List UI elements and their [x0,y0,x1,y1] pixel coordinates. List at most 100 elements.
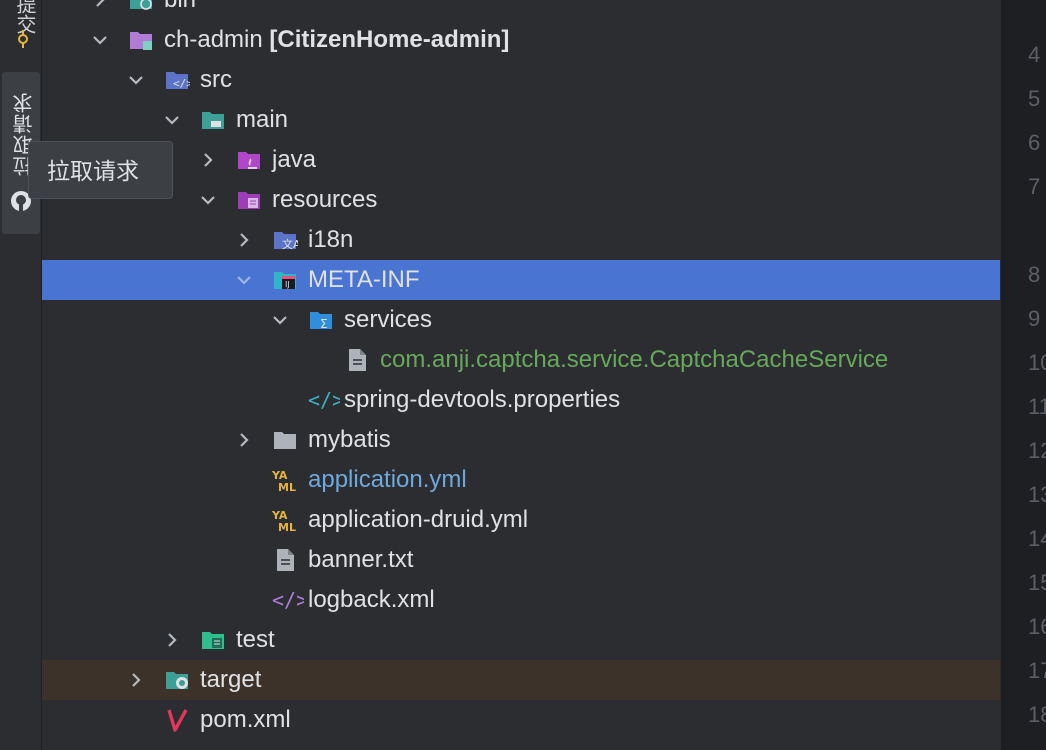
excluded-folder-icon [164,667,190,693]
commit-tool-button[interactable]: 提交 [2,0,40,62]
chevron-right-icon[interactable] [198,150,218,170]
tree-row-bin[interactable]: bin [42,0,1000,20]
project-tree[interactable]: bin ch-admin [CitizenHome-admin] </> src… [42,0,1000,750]
resources-folder-icon [236,187,262,213]
tree-row-label: application-druid.yml [308,506,529,533]
line-number: 8 [1028,262,1041,287]
svg-text:ML: ML [278,521,296,533]
project-name: [CitizenHome-admin] [269,26,510,53]
line-number: 4 [1028,42,1041,67]
folder-icon [272,427,298,453]
module-name: ch-admin [164,26,263,53]
line-number: 12 [1028,438,1046,463]
chevron-down-icon[interactable] [270,310,290,330]
meta-inf-folder-icon: IJ [272,267,298,293]
tree-row-label: resources [272,186,378,213]
commit-icon [14,30,32,48]
tree-row-label: pom.xml [200,706,291,733]
tree-row-label: com.anji.captcha.service.CaptchaCacheSer… [380,346,889,373]
tree-row-label: i18n [308,226,354,253]
svg-text:IJ: IJ [285,280,290,289]
test-folder-icon [200,627,226,653]
tree-row-label: bin [164,0,196,14]
tree-row-label: test [236,626,275,653]
java-folder-icon [236,147,262,173]
commit-tool-label: 提交 [13,0,35,34]
tree-row-mybatis[interactable]: mybatis [42,420,1000,460]
left-tool-strip: 提交 拉取请求 [0,0,42,750]
tree-row-spring-devtools[interactable]: </> spring-devtools.properties [42,380,1000,420]
tree-row-application-yml[interactable]: YA ML application.yml [42,460,1000,500]
line-number: 18 [1028,702,1046,727]
tree-row-i18n[interactable]: 文A i18n [42,220,1000,260]
tree-row-target[interactable]: target [42,660,1000,700]
yaml-file-icon: YA ML [272,507,298,533]
tree-row-main[interactable]: main [42,100,1000,140]
tree-row-test[interactable]: test [42,620,1000,660]
tree-row-label: banner.txt [308,546,414,573]
svg-text:</>: </> [272,588,304,612]
chevron-right-icon[interactable] [234,230,254,250]
line-number: 9 [1028,306,1041,331]
tree-row-resources[interactable]: resources [42,180,1000,220]
line-number: 11 [1028,394,1046,419]
tree-row-label: main [236,106,289,133]
chevron-down-icon[interactable] [126,70,146,90]
tree-row-label: mybatis [308,426,391,453]
tree-row-label: application.yml [308,466,467,493]
tree-row-pom-xml[interactable]: pom.xml [42,700,1000,740]
tree-row-label: java [272,146,317,173]
tree-row-java[interactable]: java [42,140,1000,180]
svg-text:Σ: Σ [320,317,328,331]
line-number: 5 [1028,86,1041,111]
tree-row-label: src [200,66,232,93]
tree-row-logback-xml[interactable]: </> logback.xml [42,580,1000,620]
maven-icon [164,707,190,733]
folder-icon [200,107,226,133]
tree-row-label: services [344,306,433,333]
chevron-down-icon[interactable] [90,30,110,50]
chevron-right-icon[interactable] [162,630,182,650]
line-number: 16 [1028,614,1046,639]
tree-row-services[interactable]: Σ services [42,300,1000,340]
line-number: 15 [1028,570,1046,595]
tree-row-meta-inf[interactable]: IJ META-INF [42,260,1000,300]
text-file-icon [272,547,298,573]
line-number: 14 [1028,526,1046,551]
line-number: 6 [1028,130,1041,155]
tree-row-label: spring-devtools.properties [344,386,621,413]
module-folder-icon [128,27,154,53]
tree-row-captcha-service-file[interactable]: com.anji.captcha.service.CaptchaCacheSer… [42,340,1000,380]
tree-row-application-druid-yml[interactable]: YA ML application-druid.yml [42,500,1000,540]
svg-text:文A: 文A [282,237,298,251]
tree-row-ch-admin[interactable]: ch-admin [CitizenHome-admin] [42,20,1000,60]
line-number: 7 [1028,174,1041,199]
chevron-right-icon[interactable] [234,430,254,450]
yaml-file-icon: YA ML [272,467,298,493]
tree-row-banner-txt[interactable]: banner.txt [42,540,1000,580]
svg-text:</>: </> [173,77,190,90]
chevron-down-icon[interactable] [234,270,254,290]
chevron-right-icon[interactable] [90,0,110,10]
module-name-group: ch-admin [CitizenHome-admin] [164,26,509,54]
chevron-right-icon[interactable] [126,670,146,690]
source-folder-icon: </> [164,67,190,93]
tree-row-src[interactable]: </> src [42,60,1000,100]
svg-text:</>: </> [308,388,340,412]
properties-file-icon: </> [308,387,340,413]
editor-gutter: 4 5 6 7 8 9 10 11 12 13 14 15 16 17 18 [1001,0,1046,750]
xml-file-icon: </> [272,587,304,613]
line-number: 13 [1028,482,1046,507]
excluded-folder-icon [128,0,154,13]
line-number: 10 [1028,350,1046,375]
text-file-icon [344,347,370,373]
tree-row-label: logback.xml [308,586,435,613]
tree-row-label: target [200,666,262,693]
chevron-down-icon[interactable] [198,190,218,210]
tree-row-label: META-INF [308,266,420,293]
pull-requests-tooltip: 拉取请求 [28,141,173,199]
svg-text:ML: ML [278,481,296,493]
services-folder-icon: Σ [308,307,334,333]
chevron-down-icon[interactable] [162,110,182,130]
line-number: 17 [1028,658,1046,683]
